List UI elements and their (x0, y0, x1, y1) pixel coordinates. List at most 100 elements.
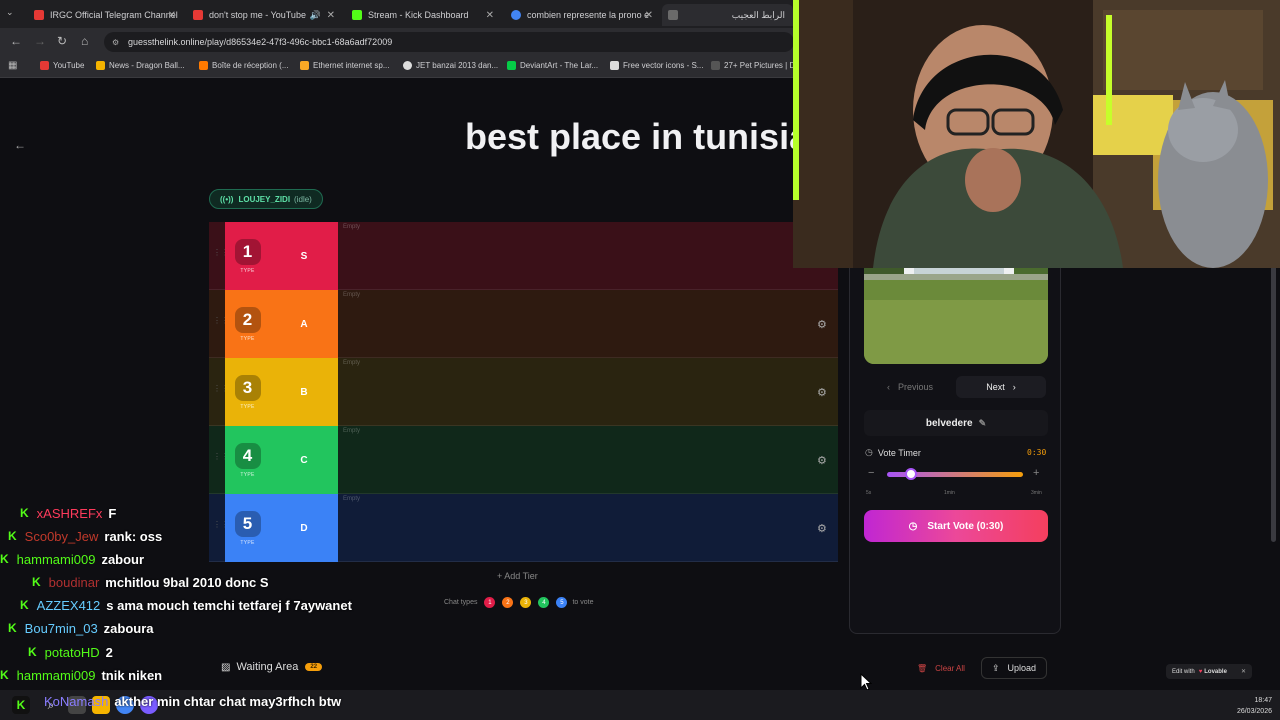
chat-message: K Sco0by_Jew rank: oss (8, 525, 162, 547)
tier-type-label: TYPE (240, 335, 255, 342)
bookmark-item[interactable]: Ethernet internet sp... (300, 61, 390, 70)
tier-empty-label: Empty (343, 292, 361, 298)
chat-username: KoNamash (44, 693, 109, 709)
tier-row[interactable]: ⋮⋮ 2 TYPE A Empty ⚙ (209, 290, 838, 358)
item-name-field[interactable]: belvedere ✎ (864, 410, 1048, 436)
upload-label: Upload (1007, 663, 1037, 673)
chat-username: boudinar (48, 574, 100, 590)
webcam-overlay (793, 0, 1280, 268)
vote-dot-5: 5 (556, 597, 568, 608)
close-icon[interactable]: ✕ (1241, 668, 1246, 675)
chat-username: hammami009 (16, 551, 96, 567)
mouse-cursor-icon (860, 673, 873, 691)
slider-tick-min: 5s (866, 490, 872, 496)
tab-youtube[interactable]: don't stop me - YouTube 🔊 ✕ (185, 4, 341, 26)
chat-username: Sco0by_Jew (24, 528, 99, 544)
chevron-right-icon: › (1012, 382, 1016, 392)
upload-button[interactable]: ⇪ Upload (981, 657, 1048, 679)
kick-icon: K (0, 552, 9, 566)
bookmark-icon (300, 61, 309, 70)
tab-kick-dashboard[interactable]: Stream - Kick Dashboard ✕ (344, 4, 500, 26)
system-clock[interactable]: 18:47 26/03/2026 (1237, 695, 1272, 717)
reload-icon[interactable]: ↻ (57, 34, 67, 48)
tier-letter[interactable]: S (270, 222, 338, 290)
tier-number: 4 (234, 442, 261, 469)
gear-icon[interactable]: ⚙ (817, 454, 827, 467)
start-vote-button[interactable]: ◷ Start Vote (0:30) (864, 510, 1048, 542)
previous-label: Previous (897, 382, 933, 392)
chat-text: zaboura (103, 620, 154, 636)
chat-text: tnik niken (101, 667, 163, 683)
add-tier-button[interactable]: + Add Tier (497, 571, 538, 581)
tab-label: IRGC Official Telegram Channel (50, 10, 178, 20)
chat-message: K xASHREFx F (20, 502, 116, 524)
minus-icon[interactable]: − (868, 467, 874, 479)
apps-icon[interactable]: ▦ (8, 60, 17, 71)
close-icon[interactable]: ✕ (486, 10, 494, 21)
home-icon[interactable]: ⌂ (81, 34, 88, 48)
lovable-brand: Lovable (1204, 668, 1227, 675)
tier-row[interactable]: ⋮⋮ 4 TYPE C Empty ⚙ (209, 426, 838, 494)
plus-icon[interactable]: + (1033, 467, 1039, 479)
forward-icon[interactable]: → (34, 34, 46, 48)
speaker-icon[interactable]: 🔊 (310, 10, 321, 21)
kick-icon: K (8, 529, 17, 543)
back-icon[interactable]: ← (10, 34, 22, 48)
close-icon[interactable]: ✕ (645, 10, 653, 21)
bookmark-item[interactable]: Free vector icons - S... (610, 61, 703, 70)
vote-dot-2: 2 (502, 597, 514, 608)
page-title: best place in tunisia (465, 116, 810, 157)
chat-message: K hammami009 tnik niken (0, 664, 162, 686)
gear-icon[interactable]: ⚙ (817, 318, 827, 331)
heart-icon: ♥ (1198, 668, 1203, 675)
url-text: guessthelink.online/play/d86534e2-47f3-4… (128, 37, 393, 47)
tab-label: الرابط العجيب (731, 9, 785, 20)
tier-row[interactable]: ⋮⋮ 1 TYPE S Empty (209, 222, 838, 290)
tab-active[interactable]: الرابط العجيب (662, 4, 793, 26)
clear-all-button[interactable]: 🗑 Clear All (917, 664, 965, 673)
tier-letter[interactable]: A (270, 290, 338, 358)
add-tier-label: Add Tier (504, 571, 538, 581)
chat-message: K Bou7min_03 zaboura (8, 617, 154, 639)
tab-telegram[interactable]: IRGC Official Telegram Channel ✕ (26, 4, 182, 26)
tier-type-label: TYPE (240, 267, 255, 274)
item-navigation: ‹ Previous Next › (864, 376, 1048, 398)
back-arrow-icon[interactable]: ← (14, 138, 34, 158)
tab-search-icon[interactable]: ⌄ (6, 7, 14, 18)
chat-types-hint: Chat types 1 2 3 4 5 to vote (444, 597, 593, 608)
bookmark-item[interactable]: 27+ Pet Pictures | D (711, 61, 795, 70)
slider-tick-mid: 1min (944, 490, 955, 496)
pencil-icon[interactable]: ✎ (979, 418, 987, 429)
tier-letter[interactable]: B (270, 358, 338, 426)
site-info-icon[interactable]: ⚙ (112, 38, 119, 47)
bookmark-item[interactable]: JET banzai 2013 dan... (403, 61, 498, 70)
item-name: belvedere (925, 417, 973, 429)
bookmark-item[interactable]: Boîte de réception (... (199, 61, 289, 70)
chat-message: K hammami009 zabour (0, 548, 144, 570)
chat-message: KoNamash akther min chtar chat may3rfhch… (44, 690, 341, 712)
tier-type-label: TYPE (240, 403, 255, 410)
gear-icon[interactable]: ⚙ (817, 522, 827, 535)
youtube-icon (40, 61, 49, 70)
close-icon[interactable]: ✕ (168, 10, 176, 21)
kick-app-icon[interactable]: K (12, 696, 30, 714)
upload-icon: ⇪ (992, 662, 1000, 673)
chat-username: xASHREFx (36, 505, 103, 521)
bookmark-item[interactable]: News - Dragon Ball... (96, 61, 185, 70)
youtube-icon (193, 10, 203, 20)
tab-google[interactable]: combien represente la prono e ✕ (503, 4, 659, 26)
slider-handle[interactable] (905, 468, 917, 480)
next-button[interactable]: Next › (956, 376, 1046, 398)
chat-username: AZZEX412 (36, 597, 101, 613)
url-input[interactable]: ⚙ guessthelink.online/play/d86534e2-47f3… (104, 32, 794, 52)
bookmark-item[interactable]: YouTube (40, 61, 84, 70)
lovable-badge[interactable]: Edit with ♥ Lovable ✕ (1166, 664, 1252, 679)
bookmark-item[interactable]: DeviantArt - The Lar... (507, 61, 598, 70)
broadcast-icon: ((•)) (220, 194, 234, 204)
previous-button[interactable]: ‹ Previous (864, 376, 956, 398)
slider-tick-max: 3min (1031, 490, 1042, 496)
gear-icon[interactable]: ⚙ (817, 386, 827, 399)
tier-letter[interactable]: C (270, 426, 338, 494)
tier-row[interactable]: ⋮⋮ 3 TYPE B Empty ⚙ (209, 358, 838, 426)
close-icon[interactable]: ✕ (327, 10, 335, 21)
